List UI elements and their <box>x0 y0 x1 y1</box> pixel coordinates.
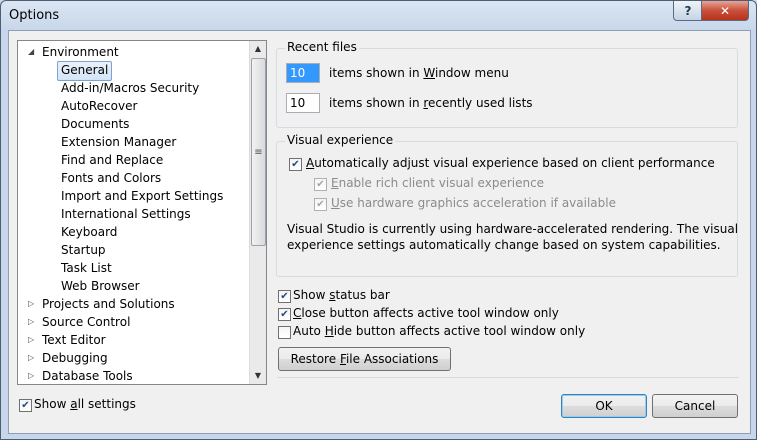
tree-item-autorecover[interactable]: AutoRecover <box>61 97 137 115</box>
scroll-thumb[interactable]: ≡ <box>251 58 266 246</box>
tree-item-task-list[interactable]: Task List <box>61 259 112 277</box>
collapsed-arrow-icon[interactable]: ▷ <box>28 336 38 344</box>
scroll-up-icon[interactable]: ▲ <box>250 41 266 57</box>
show-status-bar-checkbox[interactable]: ✔ <box>278 290 291 303</box>
collapsed-arrow-icon[interactable]: ▷ <box>28 318 38 326</box>
hardware-accel-checkbox[interactable]: ✔ <box>314 198 327 211</box>
rendering-info-line-1: Visual Studio is currently using hardwar… <box>287 222 739 236</box>
tree-item-fonts-and-colors[interactable]: Fonts and Colors <box>61 169 161 187</box>
rendering-info-line-2: experience settings automatically change… <box>287 238 721 252</box>
dialog-client-area: ◢ Environment General Add-in/Macros Securit… <box>8 30 751 434</box>
show-all-settings-label[interactable]: Show all settings <box>34 397 136 411</box>
tree-item-web-browser[interactable]: Web Browser <box>61 277 140 295</box>
tree-item-find-and-replace[interactable]: Find and Replace <box>61 151 163 169</box>
help-button[interactable]: ? <box>673 1 703 21</box>
collapsed-arrow-icon[interactable]: ▷ <box>28 372 38 380</box>
show-all-settings-checkbox[interactable]: ✔ <box>19 399 32 412</box>
recent-files-group: Recent files 10 items shown in Window me… <box>276 40 738 128</box>
scroll-down-icon[interactable]: ▼ <box>250 368 266 384</box>
close-button-affects-checkbox[interactable]: ✔ <box>278 308 291 321</box>
rich-client-label: Enable rich client visual experience <box>331 176 545 190</box>
close-button-affects-label[interactable]: Close button affects active tool window … <box>293 306 559 320</box>
hardware-accel-label: Use hardware graphics acceleration if av… <box>331 196 616 210</box>
tree-item-startup[interactable]: Startup <box>61 241 106 259</box>
tree-item-debugging[interactable]: Debugging <box>42 349 108 367</box>
tree-item-environment[interactable]: Environment <box>42 43 119 61</box>
auto-adjust-checkbox[interactable]: ✔ <box>289 158 302 171</box>
collapsed-arrow-icon[interactable]: ▷ <box>28 300 38 308</box>
close-button[interactable]: ✕ <box>701 1 749 21</box>
recent-lists-count-label: items shown in recently used lists <box>329 96 533 110</box>
tree-item-database-tools[interactable]: Database Tools <box>42 367 133 384</box>
tree-item-keyboard[interactable]: Keyboard <box>61 223 117 241</box>
tree-item-extension-manager[interactable]: Extension Manager <box>61 133 176 151</box>
options-dialog: Options ? ✕ ◢ Environment General Add-in/Ma… <box>0 0 757 440</box>
options-tree: ◢ Environment General Add-in/Macros Securit… <box>17 40 267 385</box>
tree-item-international-settings[interactable]: International Settings <box>61 205 191 223</box>
expanded-arrow-icon[interactable]: ◢ <box>28 48 38 56</box>
recent-files-title: Recent files <box>285 40 359 54</box>
window-title: Options <box>9 8 60 23</box>
ok-button[interactable]: OK <box>561 394 647 418</box>
auto-hide-affects-label[interactable]: Auto Hide button affects active tool win… <box>293 324 585 338</box>
tree-item-add-in-macros-security[interactable]: Add-in/Macros Security <box>61 79 199 97</box>
window-menu-count-label: items shown in Window menu <box>329 66 509 80</box>
tree-item-text-editor[interactable]: Text Editor <box>42 331 106 349</box>
tree-item-source-control[interactable]: Source Control <box>42 313 130 331</box>
tree-item-projects-and-solutions[interactable]: Projects and Solutions <box>42 295 175 313</box>
recent-lists-count-input[interactable]: 10 <box>286 93 320 113</box>
restore-file-associations-button[interactable]: Restore File Associations <box>278 347 451 371</box>
auto-hide-affects-checkbox[interactable] <box>278 326 291 339</box>
visual-experience-title: Visual experience <box>285 133 396 147</box>
visual-experience-group: Visual experience ✔ Automatically adjust… <box>276 133 739 277</box>
show-status-bar-label[interactable]: Show status bar <box>293 288 390 302</box>
collapsed-arrow-icon[interactable]: ▷ <box>28 354 38 362</box>
window-menu-count-input[interactable]: 10 <box>286 63 320 83</box>
tree-item-import-and-export-settings[interactable]: Import and Export Settings <box>61 187 223 205</box>
rich-client-checkbox[interactable]: ✔ <box>314 178 327 191</box>
auto-adjust-label[interactable]: Automatically adjust visual experience b… <box>306 156 715 170</box>
cancel-button[interactable]: Cancel <box>652 394 738 418</box>
tree-scrollbar[interactable]: ▲ ≡ ▼ <box>249 41 266 384</box>
tree-item-documents[interactable]: Documents <box>61 115 129 133</box>
title-bar: Options ? ✕ <box>1 1 756 29</box>
footer-separator <box>277 377 739 378</box>
tree-item-general[interactable]: General <box>57 61 113 81</box>
